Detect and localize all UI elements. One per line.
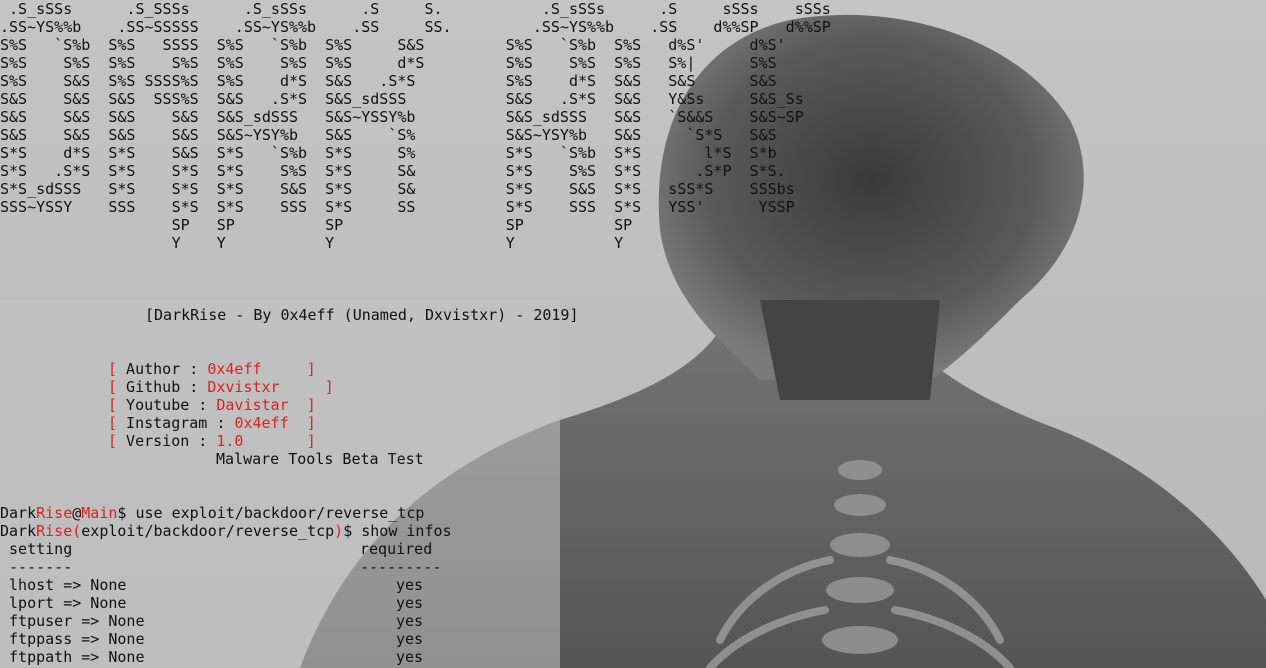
bracket-open: [ <box>108 378 118 396</box>
prompt-module-close: ) <box>334 522 344 540</box>
table-separator-required: --------- <box>360 558 442 576</box>
table-cell-required: yes <box>396 612 424 630</box>
prompt-host: Main <box>81 504 118 522</box>
info-value: 0x4eff <box>234 414 289 432</box>
info-label: Github : <box>117 378 208 396</box>
info-value: 1.0 <box>216 432 244 450</box>
bracket-close: ] <box>306 414 316 432</box>
table-cell-required: yes <box>396 630 424 648</box>
info-line: [ Author : 0x4eff ] <box>108 360 316 378</box>
table-cell-setting: lhost => None <box>0 576 127 594</box>
prompt-suffix: $ <box>343 522 362 540</box>
table-cell-required: yes <box>396 648 424 666</box>
banner-line: SP SP SP SP SP <box>0 216 633 234</box>
info-label: Youtube : <box>117 396 217 414</box>
bracket-close: ] <box>306 396 316 414</box>
terminal-window[interactable]: .S_sSSs .S_SSSs .S_sSSs .S S. .S_sSSs .S… <box>0 0 1266 668</box>
command-text: use exploit/backdoor/reverse_tcp <box>135 504 425 522</box>
banner-line: S%S `S%b S%S SSSS S%S `S%b S%S S&S S%S `… <box>0 36 786 54</box>
prompt-module: exploit/backdoor/reverse_tcp <box>81 522 335 540</box>
info-value: Davistar <box>216 396 289 414</box>
banner-line: S&S S&S S&S S&S S&S_sdSSS S&S~YSSY%b S&S… <box>0 108 804 126</box>
bracket-close: ] <box>324 378 334 396</box>
bracket-open: [ <box>108 414 118 432</box>
table-cell-required: yes <box>396 576 424 594</box>
bracket-open: [ <box>108 396 118 414</box>
tagline: Malware Tools Beta Test <box>216 450 424 468</box>
info-label: Instagram : <box>117 414 235 432</box>
prompt-user: Dark <box>0 504 37 522</box>
table-cell-setting: ftpuser => None <box>0 612 145 630</box>
prompt-user-red: Rise( <box>36 522 82 540</box>
banner-line: S*S d*S S*S S&S S*S `S%b S*S S% S*S `S%b… <box>0 144 777 162</box>
banner-line: S*S .S*S S*S S*S S*S S%S S*S S& S*S S%S … <box>0 162 786 180</box>
info-line: [ Github : Dxvistxr ] <box>108 378 334 396</box>
info-label: Version : <box>117 432 217 450</box>
table-cell-setting: lport => None <box>0 594 127 612</box>
bracket-open: [ <box>108 360 118 378</box>
banner-line: S&S S&S S&S SSS%S S&S .S*S S&S_sdSSS S&S… <box>0 90 804 108</box>
table-header-setting: setting <box>0 540 73 558</box>
info-value: Dxvistxr <box>207 378 280 396</box>
banner-line: Y Y Y Y Y <box>0 234 624 252</box>
prompt-line-1: DarkRise@Main$ use exploit/backdoor/reve… <box>0 504 424 522</box>
info-line: [ Version : 1.0 ] <box>108 432 316 450</box>
banner-line: S%S S&S S%S SSSS%S S%S d*S S&S .S*S S%S … <box>0 72 777 90</box>
table-cell-setting: ftppass => None <box>0 630 145 648</box>
command-text: show infos <box>361 522 452 540</box>
info-line: [ Instagram : 0x4eff ] <box>108 414 316 432</box>
table-cell-setting: ftppath => None <box>0 648 145 666</box>
bracket-close: ] <box>306 432 316 450</box>
info-value: 0x4eff <box>207 360 262 378</box>
prompt-user-red: Rise <box>36 504 73 522</box>
banner-line: S&S S&S S&S S&S S&S~YSY%b S&S `S% S&S~YS… <box>0 126 777 144</box>
table-header-required: required <box>360 540 433 558</box>
banner-line: S%S S%S S%S S%S S%S S%S S%S d*S S%S S%S … <box>0 54 777 72</box>
prompt-at: @ <box>72 504 82 522</box>
credit-line: [DarkRise - By 0x4eff (Unamed, Dxvistxr)… <box>145 306 579 324</box>
prompt-suffix: $ <box>117 504 136 522</box>
info-line: [ Youtube : Davistar ] <box>108 396 316 414</box>
prompt-user: Dark <box>0 522 37 540</box>
bracket-close: ] <box>306 360 316 378</box>
bracket-open: [ <box>108 432 118 450</box>
banner-line: S*S_sdSSS S*S S*S S*S S&S S*S S& S*S S&S… <box>0 180 795 198</box>
prompt-line-2: DarkRise(exploit/backdoor/reverse_tcp)$ … <box>0 522 452 540</box>
banner-line: SSS~YSSY SSS S*S S*S SSS S*S SS S*S SSS … <box>0 198 795 216</box>
table-cell-required: yes <box>396 594 424 612</box>
banner-line: .SS~YS%%b .SS~SSSSS .SS~YS%%b .SS SS. .S… <box>0 18 831 36</box>
info-label: Author : <box>117 360 208 378</box>
banner-line: .S_sSSs .S_SSSs .S_sSSs .S S. .S_sSSs .S… <box>0 0 831 18</box>
table-separator-setting: ------- <box>0 558 73 576</box>
